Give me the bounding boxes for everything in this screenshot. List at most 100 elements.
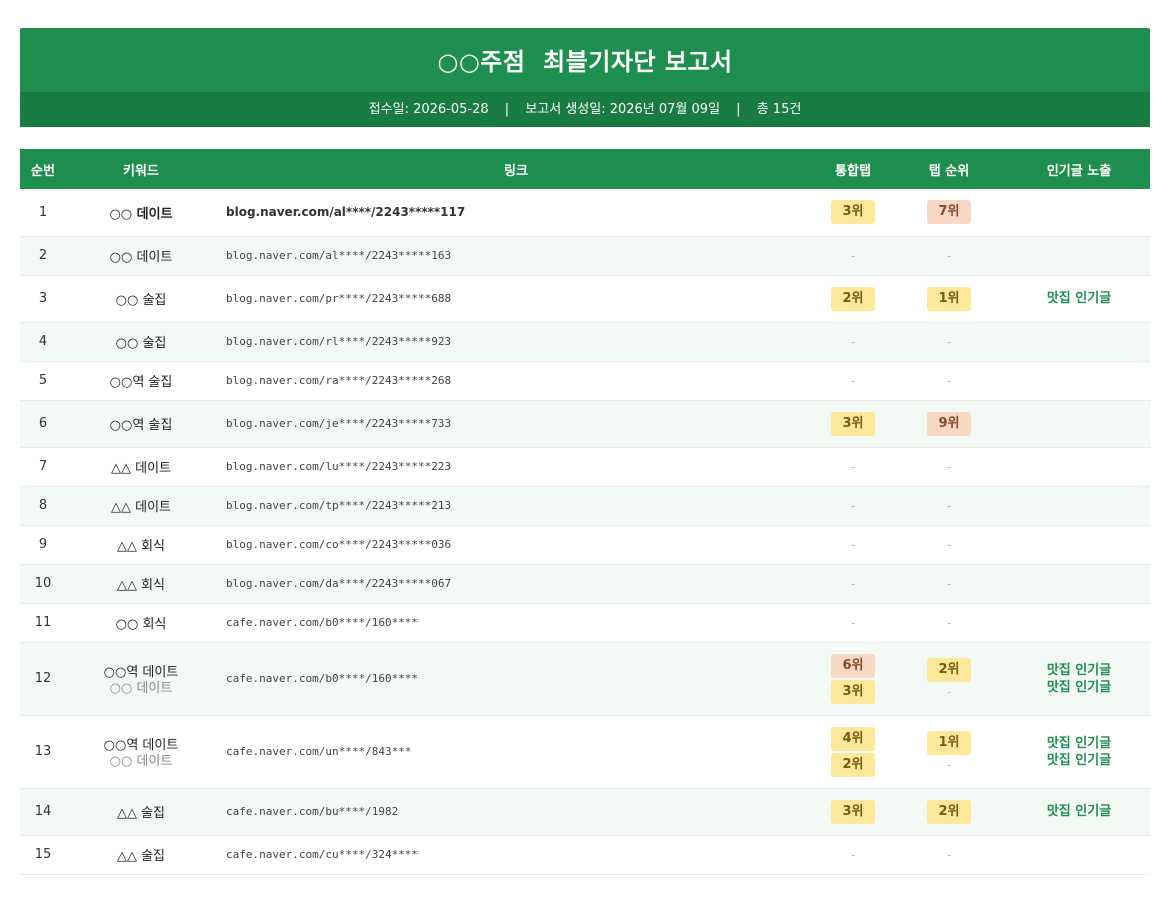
report-table: 순번 키워드 링크 통합탭 탭 순위 인기글 노출 1 ○○ 데이트 blog.na… — [20, 149, 1150, 875]
tab-rank-cell: - — [890, 322, 1008, 362]
row-number: 7 — [20, 447, 66, 487]
keyword-cell: ○○ 회식 — [66, 603, 216, 643]
popular-label: 맛집 인기글 — [1046, 752, 1112, 768]
tab-rank-cell: - — [890, 835, 1008, 875]
table-row: 3 ○○ 술집 blog.naver.com/pr****/2243*****688… — [20, 275, 1150, 323]
popular-cell — [1008, 189, 1150, 237]
report-title: ○○주점 최블기자단 보고서 — [437, 48, 733, 76]
popular-cell — [1008, 486, 1150, 526]
popular-cell — [1008, 835, 1150, 875]
keyword-cell: ○○ 술집 — [66, 322, 216, 362]
post-link[interactable]: blog.naver.com/lu****/2243*****223 — [216, 447, 816, 487]
integrated-tab-cell: 2위 — [816, 275, 890, 323]
integrated-tab-cell: - — [816, 236, 890, 276]
popular-cell: 맛집 인기글 맛집 인기글 — [1008, 642, 1150, 716]
popular-cell — [1008, 236, 1150, 276]
post-link[interactable]: blog.naver.com/rl****/2243*****923 — [216, 322, 816, 362]
no-rank-dash: - — [946, 498, 952, 513]
keyword-cell: ○○역 데이트 ○○ 데이트 — [66, 642, 216, 716]
no-rank-dash: - — [946, 576, 952, 591]
no-rank-dash: - — [850, 576, 856, 591]
no-rank-dash: - — [850, 498, 856, 513]
popular-cell — [1008, 361, 1150, 401]
keyword-cell: △△ 데이트 — [66, 486, 216, 526]
no-rank-dash: - — [946, 459, 952, 474]
post-link[interactable]: blog.naver.com/je****/2243*****733 — [216, 400, 816, 448]
popular-cell — [1008, 564, 1150, 604]
header-popular: 인기글 노출 — [1008, 149, 1150, 189]
integrated-tab-cell: 3위 — [816, 788, 890, 836]
report-header: ○○주점 최블기자단 보고서 접수일: 2026-05-28 | 보고서 생성일… — [20, 28, 1150, 127]
popular-label: 맛집 인기글 — [1046, 735, 1112, 751]
rank-badge: 1위 — [927, 730, 971, 755]
integrated-tab-cell: - — [816, 322, 890, 362]
tab-rank-cell: 2위 — [890, 788, 1008, 836]
post-link[interactable]: blog.naver.com/ra****/2243*****268 — [216, 361, 816, 401]
integrated-tab-cell: - — [816, 525, 890, 565]
header-tab-rank: 탭 순위 — [890, 149, 1008, 189]
keyword: ○○ 회식 — [115, 617, 167, 632]
rank-badge: 3위 — [831, 200, 875, 225]
integrated-tab-cell: - — [816, 361, 890, 401]
post-link[interactable]: cafe.naver.com/un****/843*** — [216, 715, 816, 789]
header-integrated-tab: 통합탭 — [816, 149, 890, 189]
no-rank-dash: - — [850, 248, 856, 263]
row-number: 5 — [20, 361, 66, 401]
rank-badge: 2위 — [927, 799, 971, 824]
keyword-cell: ○○ 데이트 — [66, 189, 216, 237]
post-link[interactable]: cafe.naver.com/cu****/324**** — [216, 835, 816, 875]
keyword: ○○역 술집 — [109, 375, 173, 390]
row-number: 6 — [20, 400, 66, 448]
no-rank-dash: - — [946, 248, 952, 263]
no-rank-dash: - — [946, 684, 952, 699]
keyword-cell: ○○역 술집 — [66, 361, 216, 401]
row-number: 14 — [20, 788, 66, 836]
received-date: 접수일: 2026-05-28 — [368, 102, 489, 117]
post-link[interactable]: cafe.naver.com/b0****/160**** — [216, 642, 816, 716]
post-link[interactable]: blog.naver.com/da****/2243*****067 — [216, 564, 816, 604]
post-link[interactable]: blog.naver.com/pr****/2243*****688 — [216, 275, 816, 323]
rank-badge: 3위 — [831, 411, 875, 436]
post-link[interactable]: blog.naver.com/al****/2243*****163 — [216, 236, 816, 276]
row-number: 15 — [20, 835, 66, 875]
keyword: ○○ 데이트 — [109, 206, 173, 222]
table-row: 6 ○○역 술집 blog.naver.com/je****/2243*****73… — [20, 400, 1150, 448]
popular-cell — [1008, 447, 1150, 487]
row-number: 4 — [20, 322, 66, 362]
keyword: ○○ 술집 — [115, 336, 167, 351]
keyword-cell: △△ 회식 — [66, 525, 216, 565]
row-number: 8 — [20, 486, 66, 526]
rank-badge: 2위 — [831, 752, 875, 777]
post-link[interactable]: blog.naver.com/tp****/2243*****213 — [216, 486, 816, 526]
table-row: 4 ○○ 술집 blog.naver.com/rl****/2243*****923… — [20, 322, 1150, 362]
table-row: 14 △△ 술집 cafe.naver.com/bu****/1982 3위 2위 맛집 … — [20, 788, 1150, 836]
meta-separator: | — [736, 102, 741, 117]
header-link: 링크 — [216, 149, 816, 189]
keyword-cell: △△ 데이트 — [66, 447, 216, 487]
rank-badge: 4위 — [831, 726, 875, 751]
popular-cell — [1008, 322, 1150, 362]
post-link[interactable]: blog.naver.com/al****/2243*****117 — [216, 189, 816, 237]
meta-separator: | — [504, 102, 510, 117]
rank-badge: 3위 — [831, 679, 875, 704]
keyword-secondary: ○○ 데이트 — [109, 753, 173, 769]
popular-label: 맛집 인기글 — [1046, 662, 1112, 678]
keyword: ○○역 데이트 — [103, 737, 179, 753]
integrated-tab-cell: 3위 — [816, 189, 890, 237]
keyword-secondary: ○○ 데이트 — [109, 680, 173, 696]
tab-rank-cell: 2위 - — [890, 642, 1008, 716]
integrated-tab-cell: - — [816, 564, 890, 604]
integrated-tab-cell: - — [816, 486, 890, 526]
table-row: 13 ○○역 데이트 ○○ 데이트 cafe.naver.com/un****/843… — [20, 715, 1150, 789]
keyword: ○○역 술집 — [109, 418, 173, 433]
keyword-cell: △△ 술집 — [66, 788, 216, 836]
keyword: △△ 데이트 — [110, 461, 171, 476]
keyword: △△ 술집 — [116, 806, 166, 821]
table-row: 7 △△ 데이트 blog.naver.com/lu****/2243*****22… — [20, 447, 1150, 487]
post-link[interactable]: cafe.naver.com/b0****/160**** — [216, 603, 816, 643]
popular-cell: 맛집 인기글 — [1008, 275, 1150, 323]
post-link[interactable]: blog.naver.com/co****/2243*****036 — [216, 525, 816, 565]
integrated-tab-cell: - — [816, 603, 890, 643]
keyword-cell: △△ 술집 — [66, 835, 216, 875]
post-link[interactable]: cafe.naver.com/bu****/1982 — [216, 788, 816, 836]
